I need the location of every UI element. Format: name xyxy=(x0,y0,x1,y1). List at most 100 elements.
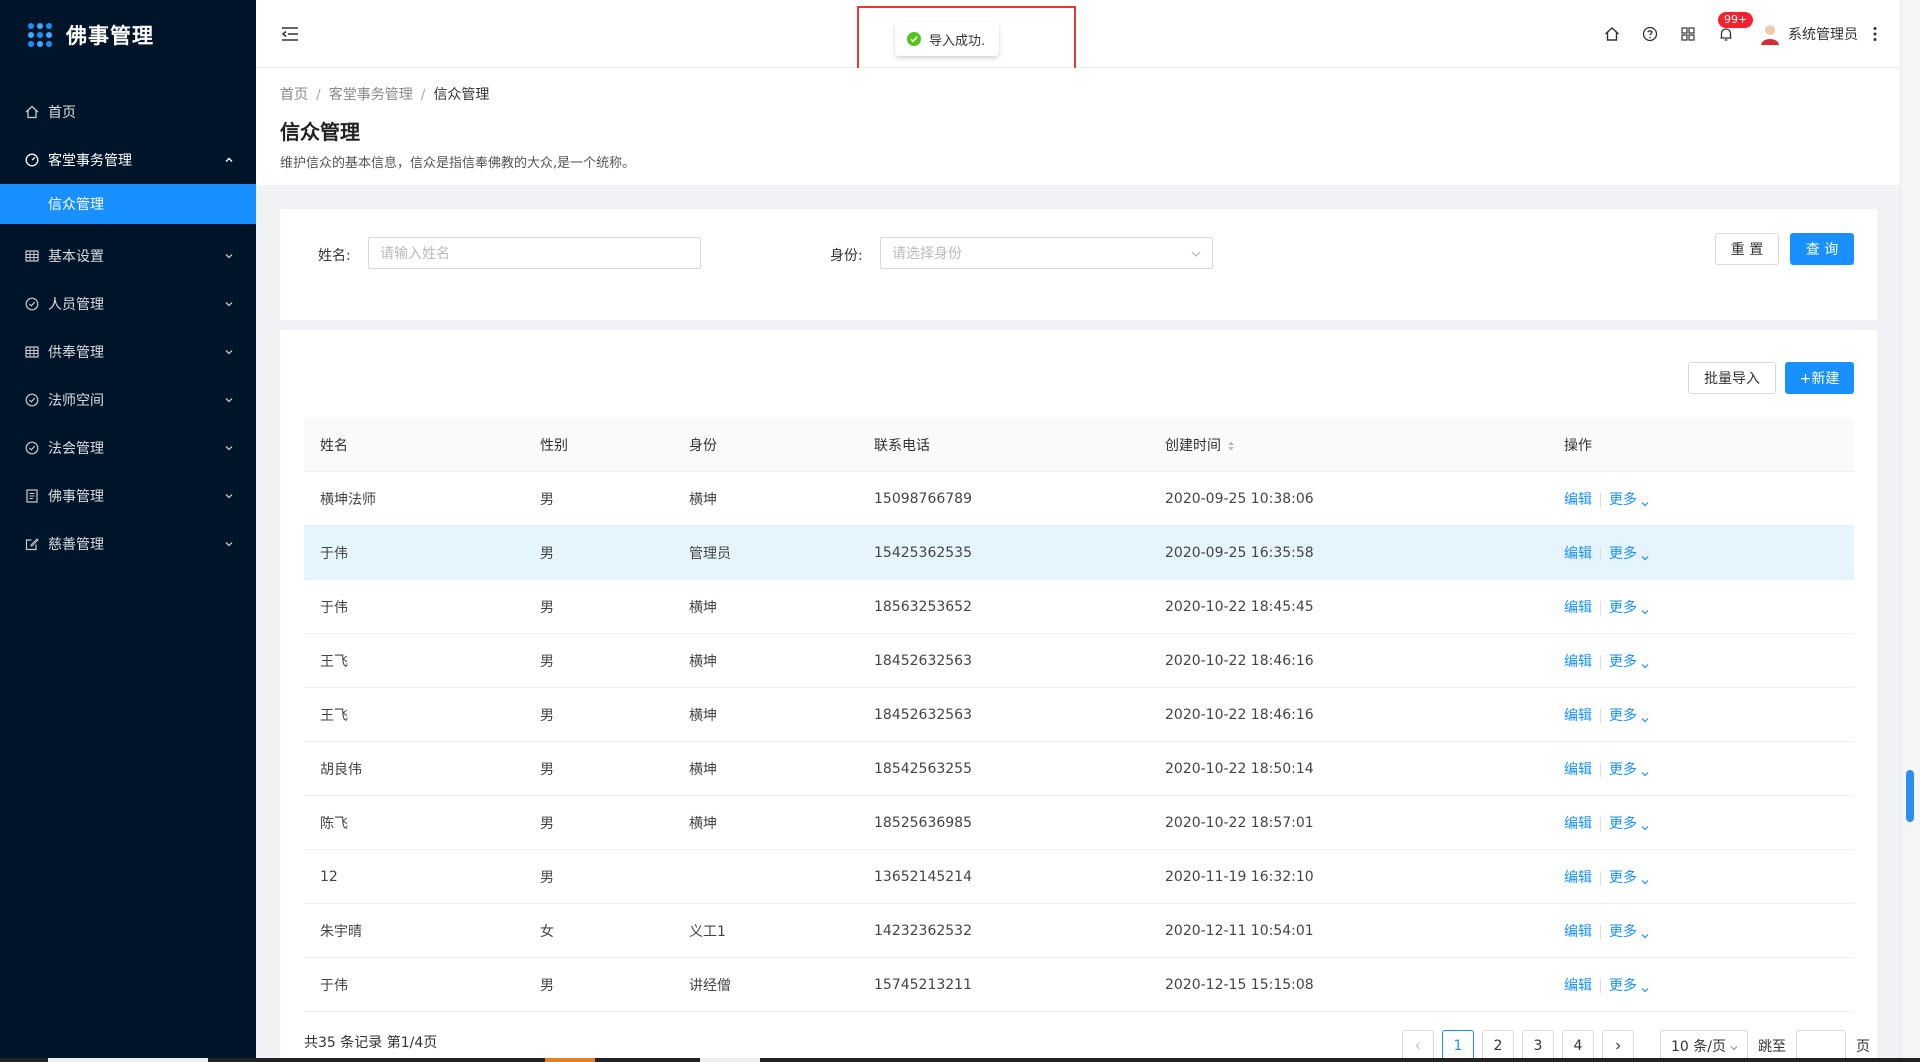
chevron-down-icon xyxy=(1641,820,1649,830)
sidebar-item-offerings[interactable]: 供奉管理 xyxy=(0,328,256,376)
notification-badge: 99+ xyxy=(1718,12,1754,28)
edit-link[interactable]: 编辑 xyxy=(1564,870,1592,886)
edit-link[interactable]: 编辑 xyxy=(1564,816,1592,832)
column-header-created-label: 创建时间 xyxy=(1165,437,1221,454)
search-form: 姓名: 请输入姓名 身份: 请选择身份 重 置 查 询 xyxy=(280,209,1877,320)
edit-link[interactable]: 编辑 xyxy=(1564,546,1592,562)
chevron-down-icon xyxy=(1641,928,1649,938)
sidebar-item-charity[interactable]: 慈善管理 xyxy=(0,520,256,568)
logo[interactable]: 佛事管理 xyxy=(0,0,256,70)
menu-fold-icon[interactable] xyxy=(280,24,300,44)
more-dropdown[interactable]: 更多 xyxy=(1609,816,1649,832)
edit-link[interactable]: 编辑 xyxy=(1564,654,1592,670)
cell-identity: 讲经僧 xyxy=(689,977,731,994)
sidebar-subitem-believers[interactable]: 信众管理 xyxy=(0,184,256,224)
chevron-down-icon xyxy=(224,443,234,453)
more-label: 更多 xyxy=(1609,545,1637,562)
new-button[interactable]: +新建 xyxy=(1785,362,1854,394)
query-button[interactable]: 查 询 xyxy=(1790,233,1854,265)
edit-link[interactable]: 编辑 xyxy=(1564,600,1592,616)
edit-link[interactable]: 编辑 xyxy=(1564,708,1592,724)
cell-phone: 18542563255 xyxy=(874,760,972,777)
more-dropdown[interactable]: 更多 xyxy=(1609,654,1649,670)
column-header-identity: 身份 xyxy=(689,437,717,454)
bell-icon[interactable]: 99+ xyxy=(1716,12,1754,44)
jump-label: 跳至 xyxy=(1758,1039,1786,1055)
cell-identity: 横坤 xyxy=(689,491,717,508)
sidebar-item-dharma-assembly[interactable]: 法会管理 xyxy=(0,424,256,472)
chevron-right-icon xyxy=(1616,1042,1621,1050)
sidebar-item-home[interactable]: 首页 xyxy=(0,88,256,136)
sidebar-item-label: 信众管理 xyxy=(48,197,104,213)
name-input[interactable]: 请输入姓名 xyxy=(368,237,701,269)
table-row: 横坤法师 男 横坤 15098766789 2020-09-25 10:38:06 编辑 更… xyxy=(304,472,1854,526)
edit-link[interactable]: 编辑 xyxy=(1564,492,1592,508)
chevron-down-icon xyxy=(1641,496,1649,506)
table-row: 王飞 男 横坤 18452632563 2020-10-22 18:46:16 编辑 更多 xyxy=(304,688,1854,742)
action-divider xyxy=(1600,546,1601,561)
sidebar-item-personnel[interactable]: 人员管理 xyxy=(0,280,256,328)
more-dropdown[interactable]: 更多 xyxy=(1609,600,1649,616)
cell-gender: 男 xyxy=(540,707,554,724)
more-vertical-icon[interactable] xyxy=(1870,24,1880,44)
sidebar-item-basic-settings[interactable]: 基本设置 xyxy=(0,232,256,280)
sidebar-item-label: 佛事管理 xyxy=(48,489,104,505)
cell-identity: 义工1 xyxy=(689,923,726,940)
edit-link[interactable]: 编辑 xyxy=(1564,924,1592,940)
cell-actions: 编辑 更多 xyxy=(1548,597,1854,617)
jump-page-unit: 页 xyxy=(1856,1039,1870,1055)
page-title: 信众管理 xyxy=(280,120,360,144)
sidebar-item-label: 法师空间 xyxy=(48,393,104,409)
cell-created: 2020-10-22 18:50:14 xyxy=(1165,760,1314,777)
check-circle-icon xyxy=(24,392,40,408)
breadcrumb-item-hall-affairs[interactable]: 客堂事务管理 xyxy=(329,87,413,103)
more-label: 更多 xyxy=(1609,599,1637,616)
breadcrumb-item-home[interactable]: 首页 xyxy=(280,87,308,103)
more-dropdown[interactable]: 更多 xyxy=(1609,978,1649,994)
sidebar-item-buddhist-affairs[interactable]: 佛事管理 xyxy=(0,472,256,520)
appstore-icon[interactable] xyxy=(1678,24,1698,44)
column-header-actions: 操作 xyxy=(1564,437,1592,454)
breadcrumb-separator: / xyxy=(420,87,426,103)
chevron-down-icon xyxy=(1641,712,1649,722)
sidebar-item-hall-affairs[interactable]: 客堂事务管理 xyxy=(0,136,256,184)
cell-identity: 横坤 xyxy=(689,815,717,832)
chevron-down-icon xyxy=(1190,248,1202,260)
sidebar-item-label: 供奉管理 xyxy=(48,345,104,361)
more-dropdown[interactable]: 更多 xyxy=(1609,762,1649,778)
cell-name: 12 xyxy=(320,868,338,885)
cell-created: 2020-10-22 18:45:45 xyxy=(1165,598,1314,615)
scrollbar-thumb[interactable] xyxy=(1906,770,1914,822)
cell-gender: 男 xyxy=(540,869,554,886)
avatar[interactable] xyxy=(1758,22,1782,46)
more-dropdown[interactable]: 更多 xyxy=(1609,870,1649,886)
form-icon xyxy=(24,536,40,552)
more-dropdown[interactable]: 更多 xyxy=(1609,924,1649,940)
sort-icon[interactable] xyxy=(1227,440,1235,452)
chevron-down-icon xyxy=(1729,1041,1739,1051)
username[interactable]: 系统管理员 xyxy=(1788,24,1858,44)
home-icon[interactable] xyxy=(1602,24,1622,44)
cell-name: 朱宇晴 xyxy=(320,923,362,940)
table-row: 于伟 男 讲经僧 15745213211 2020-12-15 15:15:08 编辑 更多 xyxy=(304,958,1854,1012)
cell-name: 横坤法师 xyxy=(320,491,376,508)
action-divider xyxy=(1600,762,1601,777)
edit-link[interactable]: 编辑 xyxy=(1564,978,1592,994)
page-header: 首页 / 客堂事务管理 / 信众管理 信众管理 维护信众的基本信息，信众是指信奉佛教的大… xyxy=(256,68,1900,185)
sidebar-item-label: 法会管理 xyxy=(48,441,104,457)
more-dropdown[interactable]: 更多 xyxy=(1609,492,1649,508)
reset-button[interactable]: 重 置 xyxy=(1715,233,1779,265)
more-dropdown[interactable]: 更多 xyxy=(1609,546,1649,562)
cell-actions: 编辑 更多 xyxy=(1548,921,1854,941)
column-header-created[interactable]: 创建时间 xyxy=(1149,435,1548,455)
page-size-value: 10 条/页 xyxy=(1671,1039,1726,1055)
more-dropdown[interactable]: 更多 xyxy=(1609,708,1649,724)
vertical-scrollbar[interactable] xyxy=(1900,0,1920,1062)
batch-import-button[interactable]: 批量导入 xyxy=(1688,362,1776,394)
sidebar-item-master-space[interactable]: 法师空间 xyxy=(0,376,256,424)
edit-link[interactable]: 编辑 xyxy=(1564,762,1592,778)
name-label: 姓名: xyxy=(318,248,351,264)
identity-select[interactable]: 请选择身份 xyxy=(880,237,1213,269)
help-icon[interactable] xyxy=(1640,24,1660,44)
dashboard-icon xyxy=(24,152,40,168)
